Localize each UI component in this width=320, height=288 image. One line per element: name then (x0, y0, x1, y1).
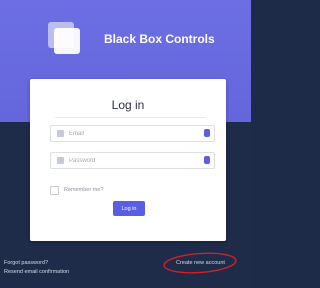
email-input[interactable] (69, 127, 199, 140)
password-field[interactable] (50, 152, 215, 169)
remember-label: Remember me? (64, 187, 104, 193)
title-divider (55, 117, 205, 118)
key-icon[interactable] (204, 129, 210, 137)
remember-me[interactable]: Remember me? (50, 185, 103, 195)
lock-icon (57, 157, 64, 164)
password-input[interactable] (69, 154, 199, 167)
brand-name: Black Box Controls (104, 32, 215, 46)
email-field[interactable] (50, 125, 215, 142)
create-account-link[interactable]: Create new account (176, 260, 225, 266)
stacked-squares-logo-icon (48, 22, 84, 56)
login-button[interactable]: Log in (113, 201, 145, 216)
resend-confirmation-link[interactable]: Resend email confirmation (4, 269, 69, 275)
envelope-icon (57, 130, 64, 137)
remember-checkbox[interactable] (50, 185, 59, 195)
form-title: Log in (111, 98, 145, 112)
login-card: Log in Remember me? Log in (30, 79, 226, 241)
key-icon[interactable] (204, 156, 210, 164)
forgot-password-link[interactable]: Forgot password? (4, 260, 48, 266)
